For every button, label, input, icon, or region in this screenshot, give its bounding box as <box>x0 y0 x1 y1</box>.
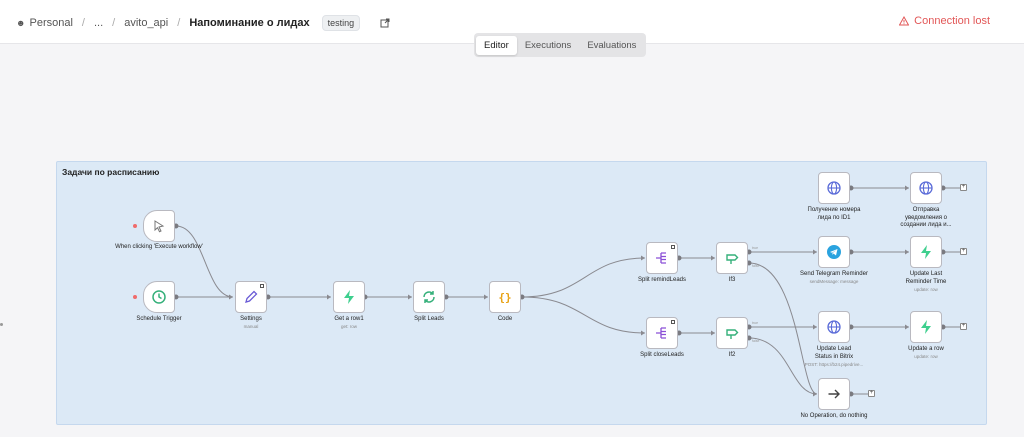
breadcrumb: ☻ Personal / ... / avito_api / Напоминан… <box>16 15 390 31</box>
add-node-button[interactable]: + <box>960 184 967 191</box>
node-sublabel: get: row <box>340 324 357 329</box>
split-out-icon <box>656 327 666 339</box>
node-manual-trigger[interactable] <box>143 210 175 242</box>
node-schedule-trigger[interactable] <box>143 281 175 313</box>
loop-icon <box>423 291 435 303</box>
node-label: Получение номера лида по ID1 <box>807 207 861 221</box>
code-braces-icon: {} <box>498 290 512 304</box>
workflow-title[interactable]: Напоминание о лидах <box>189 17 309 29</box>
trigger-bolt-icon <box>133 295 137 299</box>
node-split-close-leads[interactable] <box>646 317 678 349</box>
pin-icon <box>260 284 264 288</box>
node-send-notification[interactable] <box>910 172 942 204</box>
node-code[interactable]: {} <box>489 281 521 313</box>
node-label: Settings <box>240 316 262 322</box>
add-node-button[interactable]: + <box>960 248 967 255</box>
breadcrumb-personal[interactable]: Personal <box>29 17 72 29</box>
add-node-button[interactable]: + <box>960 323 967 330</box>
split-out-icon <box>656 252 666 264</box>
supabase-icon <box>344 290 354 304</box>
edit-tags-icon[interactable] <box>380 18 390 28</box>
node-label: Schedule Trigger <box>136 316 182 322</box>
supabase-icon <box>921 245 931 259</box>
node-no-operation[interactable] <box>818 378 850 410</box>
trigger-bolt-icon <box>133 224 137 228</box>
node-telegram[interactable] <box>818 236 850 268</box>
pin-icon <box>671 245 675 249</box>
breadcrumb-project[interactable]: avito_api <box>124 17 168 29</box>
node-label: Update a row <box>908 346 944 352</box>
warning-icon <box>899 16 910 26</box>
if-signpost-icon <box>726 254 739 264</box>
breadcrumb-ellipsis[interactable]: ... <box>94 17 103 29</box>
workflow-tag[interactable]: testing <box>321 15 361 31</box>
breadcrumb-separator: / <box>177 17 181 29</box>
breadcrumb-separator: / <box>112 17 116 29</box>
node-label: Update Last Reminder Time <box>905 271 947 285</box>
node-update-row[interactable] <box>910 311 942 343</box>
node-bitrix-update[interactable] <box>818 311 850 343</box>
node-label: Отправка уведомления о создании лида и..… <box>900 207 952 228</box>
telegram-icon <box>827 245 841 259</box>
pencil-icon <box>245 290 258 303</box>
globe-icon <box>827 320 841 334</box>
node-get-phone[interactable] <box>818 172 850 204</box>
tab-evaluations[interactable]: Evaluations <box>579 36 644 55</box>
arrow-right-icon <box>828 389 840 399</box>
node-sublabel: update: row <box>914 287 938 292</box>
node-sublabel: sendMessage: message <box>809 279 859 284</box>
add-node-button[interactable]: + <box>868 390 875 397</box>
supabase-icon <box>921 320 931 334</box>
node-sublabel: POST: https://b24.pipedrive... <box>804 362 864 367</box>
view-tabs: Editor Executions Evaluations <box>474 33 647 57</box>
if-signpost-icon <box>726 329 739 339</box>
node-sublabel: manual <box>243 324 259 329</box>
node-sublabel: update: row <box>914 354 938 359</box>
globe-icon <box>827 181 841 195</box>
node-label: Code <box>497 316 513 322</box>
node-label: Update Lead Status in Bitrix <box>814 346 854 360</box>
group-title: Задачи по расписанию <box>62 167 160 177</box>
pin-icon <box>671 320 675 324</box>
tab-editor[interactable]: Editor <box>476 35 517 55</box>
node-split-leads[interactable] <box>413 281 445 313</box>
connection-status-text: Connection lost <box>914 15 990 27</box>
cursor-icon <box>154 220 165 233</box>
connection-status[interactable]: Connection lost <box>899 15 990 27</box>
node-label: No Operation, do nothing <box>800 413 868 419</box>
globe-icon <box>919 181 933 195</box>
node-split-remind-leads[interactable] <box>646 242 678 274</box>
node-get-row[interactable] <box>333 281 365 313</box>
user-icon: ☻ <box>16 18 26 28</box>
node-if3[interactable] <box>716 242 748 274</box>
node-label: If3 <box>728 277 736 283</box>
node-update-reminder[interactable] <box>910 236 942 268</box>
node-label: Send Telegram Reminder <box>800 271 868 277</box>
node-label: When clicking 'Execute workflow' <box>115 244 203 250</box>
node-settings[interactable] <box>235 281 267 313</box>
clock-icon <box>152 290 166 304</box>
tab-executions[interactable]: Executions <box>517 36 579 55</box>
node-if2[interactable] <box>716 317 748 349</box>
node-label: If2 <box>728 352 736 358</box>
breadcrumb-separator: / <box>81 17 85 29</box>
canvas-handle[interactable] <box>0 323 3 326</box>
